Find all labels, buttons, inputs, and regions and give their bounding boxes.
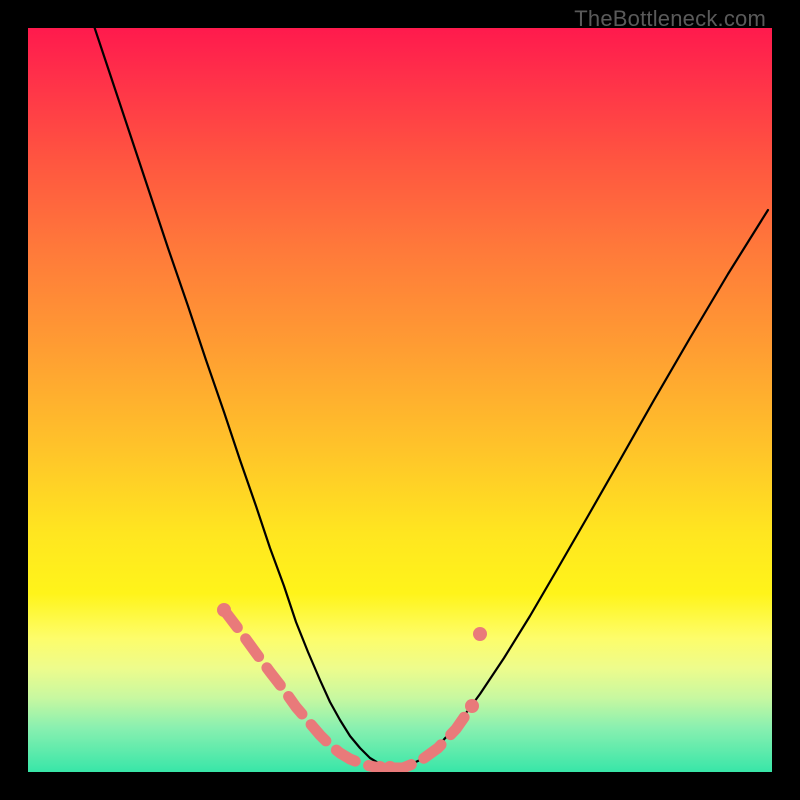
curve-line bbox=[88, 28, 768, 768]
plot-area bbox=[28, 28, 772, 772]
highlight-dot-3 bbox=[465, 699, 479, 713]
chart-frame bbox=[28, 28, 772, 772]
chart-svg bbox=[28, 28, 772, 772]
highlight-dot-0 bbox=[217, 603, 231, 617]
highlight-dot-4 bbox=[473, 627, 487, 641]
watermark-text: TheBottleneck.com bbox=[574, 6, 766, 32]
highlight-segment-1 bbox=[390, 706, 472, 768]
